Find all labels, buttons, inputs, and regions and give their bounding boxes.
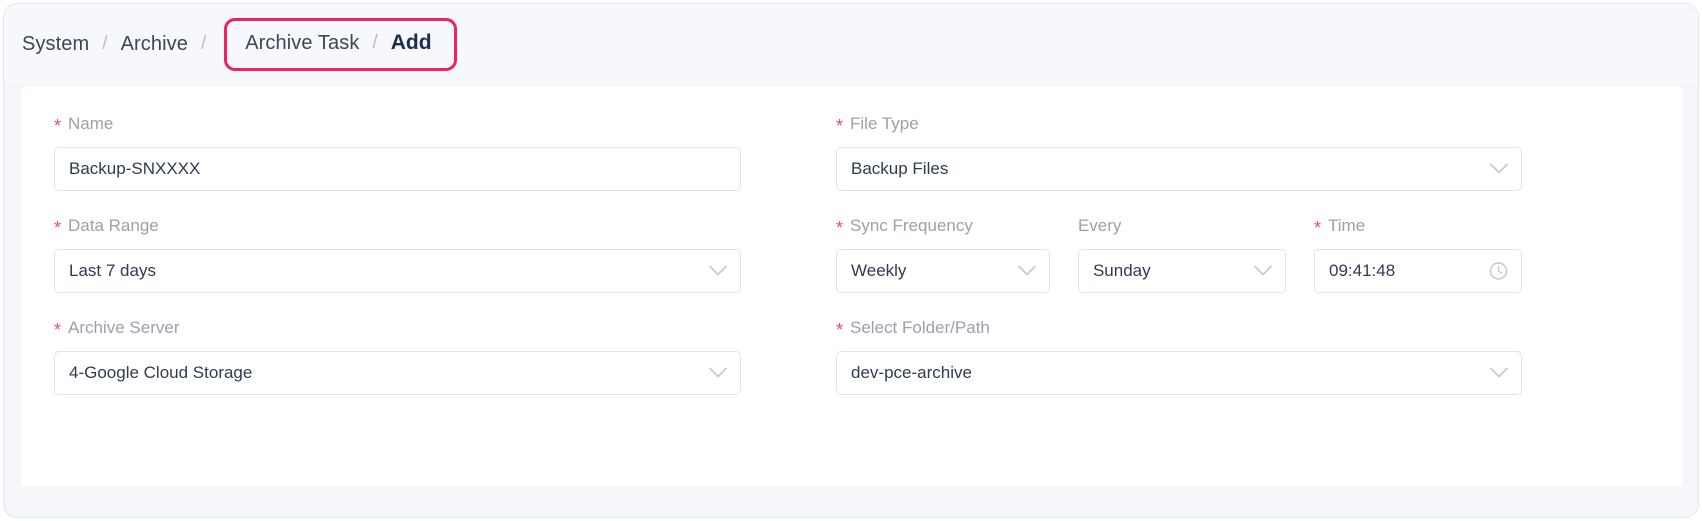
- form-columns: * Name Backup-SNXXXX * Data Range Last 7…: [21, 86, 1683, 486]
- field-sync-frequency-label: * Sync Frequency: [836, 216, 1050, 238]
- name-input-value: Backup-SNXXXX: [69, 159, 201, 178]
- required-marker-icon: *: [54, 218, 62, 238]
- time-input[interactable]: 09:41:48: [1313, 249, 1522, 293]
- field-name-label: * Name: [54, 114, 741, 136]
- every-select[interactable]: Sunday: [1077, 249, 1286, 293]
- field-file-type-label-text: File Type: [850, 114, 919, 133]
- chevron-down-icon[interactable]: [1018, 265, 1036, 277]
- required-marker-icon: *: [836, 218, 844, 238]
- field-select-folder-path: * Select Folder/Path dev-pce-archive: [836, 318, 1522, 395]
- chevron-down-icon[interactable]: [709, 265, 727, 277]
- form-column-left: * Name Backup-SNXXXX * Data Range Last 7…: [21, 86, 821, 486]
- select-folder-path-select[interactable]: dev-pce-archive: [836, 351, 1522, 395]
- required-marker-icon: *: [1313, 218, 1321, 238]
- field-file-type: * File Type Backup Files: [836, 114, 1522, 191]
- app-frame: System / Archive / Archive Task / Add *: [3, 3, 1699, 518]
- field-every-label: Every: [1078, 216, 1286, 238]
- archive-server-select-value: 4-Google Cloud Storage: [69, 363, 253, 382]
- file-type-select[interactable]: Backup Files: [836, 147, 1522, 191]
- file-type-select-value: Backup Files: [851, 159, 949, 178]
- breadcrumb-item-add: Add: [390, 31, 432, 54]
- field-every: Every Sunday: [1077, 216, 1286, 293]
- breadcrumb-bar: System / Archive / Archive Task / Add: [4, 4, 1698, 84]
- field-time-label-text: Time: [1328, 216, 1366, 235]
- required-marker-icon: *: [54, 116, 62, 136]
- field-name: * Name Backup-SNXXXX: [54, 114, 741, 191]
- breadcrumb-item-archive-task[interactable]: Archive Task: [245, 32, 359, 55]
- field-archive-server-label-text: Archive Server: [68, 318, 180, 337]
- field-every-label-text: Every: [1077, 216, 1122, 235]
- chevron-down-icon[interactable]: [1254, 265, 1272, 277]
- chevron-down-icon[interactable]: [709, 367, 727, 379]
- breadcrumb-highlight-region: Archive Task / Add: [224, 17, 457, 71]
- breadcrumb-separator: /: [372, 32, 378, 53]
- sync-frequency-select[interactable]: Weekly: [836, 249, 1050, 293]
- field-file-type-label: * File Type: [836, 114, 1522, 136]
- data-range-select-value: Last 7 days: [69, 261, 156, 280]
- screenshot-root: System / Archive / Archive Task / Add *: [0, 0, 1702, 521]
- name-input[interactable]: Backup-SNXXXX: [54, 147, 741, 191]
- field-data-range-label-text: Data Range: [68, 216, 159, 235]
- time-input-value: 09:41:48: [1328, 261, 1396, 280]
- form-card: * Name Backup-SNXXXX * Data Range Last 7…: [21, 86, 1683, 486]
- field-name-label-text: Name: [68, 114, 114, 133]
- chevron-down-icon[interactable]: [1490, 163, 1508, 175]
- chevron-down-icon[interactable]: [1490, 367, 1508, 379]
- required-marker-icon: *: [54, 320, 62, 340]
- field-data-range-label: * Data Range: [54, 216, 741, 238]
- select-folder-path-value: dev-pce-archive: [851, 363, 972, 382]
- field-archive-server-label: * Archive Server: [54, 318, 741, 340]
- breadcrumb-separator: /: [102, 33, 108, 54]
- field-sync-frequency: * Sync Frequency Weekly: [836, 216, 1050, 293]
- field-select-folder-path-label: * Select Folder/Path: [836, 318, 1522, 340]
- breadcrumb-item-archive[interactable]: Archive: [121, 33, 188, 56]
- required-marker-icon: *: [836, 320, 844, 340]
- field-select-folder-path-label-text: Select Folder/Path: [850, 318, 990, 337]
- required-marker-icon: *: [836, 116, 844, 136]
- breadcrumb-item-system[interactable]: System: [22, 33, 89, 56]
- archive-server-select[interactable]: 4-Google Cloud Storage: [54, 351, 741, 395]
- field-archive-server: * Archive Server 4-Google Cloud Storage: [54, 318, 741, 395]
- data-range-select[interactable]: Last 7 days: [54, 249, 741, 293]
- field-time: * Time 09:41:48: [1313, 216, 1522, 293]
- sync-frequency-select-value: Weekly: [851, 261, 907, 280]
- every-select-value: Sunday: [1092, 261, 1151, 280]
- form-column-right: * File Type Backup Files * Sync Frequenc…: [821, 86, 1683, 486]
- field-data-range: * Data Range Last 7 days: [54, 216, 741, 293]
- breadcrumb-separator: /: [200, 33, 207, 54]
- field-sync-frequency-label-text: Sync Frequency: [850, 216, 973, 235]
- clock-icon[interactable]: [1489, 262, 1508, 281]
- sync-schedule-row: * Sync Frequency Weekly Every Sunday * T…: [836, 216, 1522, 293]
- field-time-label: * Time: [1314, 216, 1522, 238]
